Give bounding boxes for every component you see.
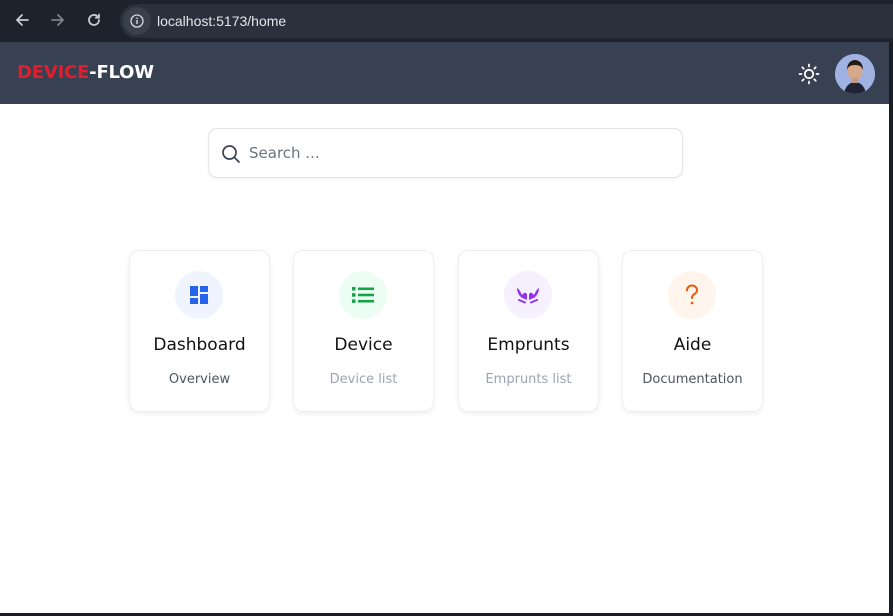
card-device[interactable]: Device Device list (293, 250, 434, 412)
app-navbar: DEVICE-FLOW (0, 42, 889, 104)
list-icon (339, 271, 387, 319)
card-title: Emprunts (487, 335, 570, 355)
arrow-left-icon[interactable] (10, 8, 34, 32)
question-icon (668, 271, 716, 319)
reload-icon[interactable] (82, 8, 106, 32)
hands-icon (504, 271, 552, 319)
search-icon (221, 144, 241, 164)
sun-icon[interactable] (797, 62, 821, 86)
main-content: Dashboard Overview Device Device list (0, 104, 889, 613)
brand-part-device: DEVICE (17, 62, 90, 83)
search-input[interactable] (249, 139, 669, 167)
card-aide[interactable]: Aide Documentation (622, 250, 763, 412)
card-dashboard[interactable]: Dashboard Overview (129, 250, 270, 412)
card-title: Dashboard (153, 335, 246, 355)
card-subtitle: Device list (329, 372, 398, 387)
search-bar[interactable] (208, 128, 683, 178)
card-title: Aide (673, 335, 712, 355)
url-text: localhost:5173/home (157, 13, 287, 29)
card-subtitle: Documentation (642, 372, 743, 387)
card-subtitle: Overview (168, 372, 231, 387)
card-subtitle: Emprunts list (485, 372, 572, 387)
dashboard-icon (175, 271, 223, 319)
address-bar[interactable]: localhost:5173/home (120, 4, 893, 38)
browser-toolbar: localhost:5173/home (0, 0, 893, 42)
user-avatar[interactable] (835, 54, 875, 94)
brand-part-flow: -FLOW (89, 62, 154, 83)
info-icon[interactable] (123, 7, 151, 35)
brand-logo[interactable]: DEVICE-FLOW (17, 62, 154, 83)
window-edge (889, 42, 893, 616)
card-emprunts[interactable]: Emprunts Emprunts list (458, 250, 599, 412)
arrow-right-icon[interactable] (46, 8, 70, 32)
card-title: Device (334, 335, 393, 355)
